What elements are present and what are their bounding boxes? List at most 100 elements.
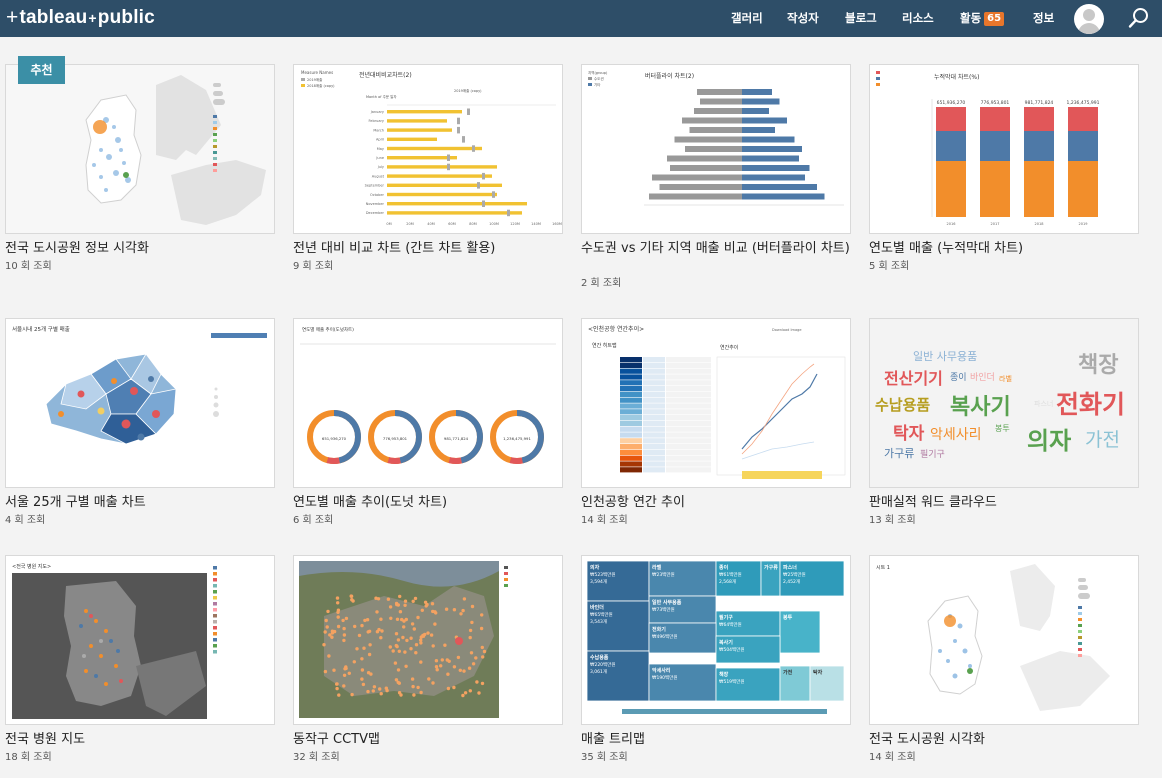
word-cloud-word: 수납용품 bbox=[875, 396, 931, 414]
butterfly-bar-right bbox=[742, 89, 772, 95]
heatmap-cell bbox=[666, 438, 711, 444]
heatmap-cell bbox=[643, 467, 665, 473]
cctv-point bbox=[376, 597, 381, 601]
cctv-point bbox=[409, 636, 413, 640]
viz-thumbnail[interactable] bbox=[5, 64, 275, 234]
butterfly-bar-left bbox=[667, 155, 742, 162]
gantt-bar bbox=[387, 202, 527, 206]
viz-title[interactable]: 매출 트리맵 bbox=[581, 731, 881, 748]
viz-title[interactable]: 수도권 vs 기타 지역 매출 비교 (버터플라이 차트) bbox=[581, 240, 881, 257]
cctv-point bbox=[342, 638, 346, 643]
cctv-point bbox=[371, 689, 375, 693]
viz-title[interactable]: 판매실적 워드 클라우드 bbox=[869, 494, 1162, 511]
heatmap-cell bbox=[620, 380, 642, 386]
viz-title[interactable]: 전국 도시공원 시각화 bbox=[869, 731, 1162, 748]
cctv-point bbox=[470, 620, 474, 625]
treemap-tile-name: 의자 bbox=[590, 564, 600, 571]
stacked-seg-orange bbox=[936, 161, 966, 217]
viz-thumbnail[interactable]: 누적막대 차트(%) 651,936,270 2016 776,953,801 201… bbox=[869, 64, 1139, 234]
cctv-point bbox=[414, 651, 418, 655]
cctv-point bbox=[433, 622, 437, 626]
viz-title[interactable]: 전국 병원 지도 bbox=[5, 731, 305, 748]
treemap-tile-name: 악세사리 bbox=[652, 667, 671, 674]
seoul-map-title: 서울시내 25개 구별 매출 bbox=[12, 325, 70, 333]
cctv-point bbox=[411, 684, 415, 689]
viz-title[interactable]: 인천공항 연간 추이 bbox=[581, 494, 881, 511]
viz-thumbnail[interactable]: 시트 1 bbox=[869, 555, 1139, 725]
tableau-public-logo[interactable]: + tableau + public bbox=[6, 6, 155, 29]
top-navigation-bar: + tableau + public 갤러리 작성자 블로그 리소스 활동 65 … bbox=[0, 0, 1162, 37]
gantt-marker bbox=[457, 117, 460, 125]
viz-thumbnail[interactable]: <전국 병원 지도> bbox=[5, 555, 275, 725]
nav-blog[interactable]: 블로그 bbox=[845, 10, 877, 26]
cctv-point bbox=[336, 615, 340, 619]
treemap-tile-count: 3,594개 bbox=[590, 578, 607, 585]
cctv-point bbox=[429, 633, 434, 637]
treemap-tile-value: ₩523백만원 bbox=[590, 571, 615, 578]
nav-about[interactable]: 정보 bbox=[1033, 10, 1054, 26]
viz-thumbnail[interactable]: Measure Names 2019매출 2018매출 (copy) 전년대비비… bbox=[293, 64, 563, 234]
heatmap-cell bbox=[643, 449, 665, 455]
nav-resources[interactable]: 리소스 bbox=[902, 10, 934, 26]
viz-thumbnail[interactable]: 지역(group) 수도권 기타 버터플라이 차트(2) bbox=[581, 64, 851, 234]
viz-title[interactable]: 연도별 매출 추이(도넛 차트) bbox=[293, 494, 593, 511]
cctv-point bbox=[430, 602, 435, 606]
treemap-tile-value: ₩25백만원 bbox=[783, 571, 806, 578]
donut-total-label: 981,771,824 bbox=[444, 436, 469, 441]
word-cloud-word: 의자 bbox=[1027, 427, 1072, 455]
viz-thumbnail[interactable]: 서울시내 25개 구별 매출 bbox=[5, 318, 275, 488]
cctv-point bbox=[335, 682, 339, 686]
gantt-month-label: February bbox=[368, 119, 384, 123]
logo-word-public: public bbox=[97, 7, 155, 28]
viz-thumbnail[interactable]: 연도별 매출 추이(도넛차트) 651,936,270 776,953,801 98… bbox=[293, 318, 563, 488]
nav-activity[interactable]: 활동 65 bbox=[960, 10, 1005, 26]
cctv-point bbox=[322, 643, 326, 647]
gantt-bar bbox=[387, 146, 482, 151]
cctv-point bbox=[341, 618, 345, 623]
cctv-point bbox=[470, 604, 475, 609]
cctv-point bbox=[419, 690, 423, 695]
stacked-title: 누적막대 차트(%) bbox=[934, 73, 979, 81]
cctv-point bbox=[336, 601, 340, 605]
hospital-legend-swatch bbox=[213, 608, 217, 612]
search-icon[interactable] bbox=[1127, 6, 1151, 30]
heatmap-cell bbox=[643, 455, 665, 461]
cctv-point bbox=[434, 665, 439, 669]
hospital-legend-swatch bbox=[213, 584, 217, 588]
hospital-legend-swatch bbox=[213, 566, 217, 570]
word-cloud-word: 바인더 bbox=[970, 373, 995, 383]
viz-thumbnail[interactable] bbox=[293, 555, 563, 725]
treemap-tile-name: 복사기 bbox=[719, 639, 733, 646]
cctv-point bbox=[389, 616, 393, 620]
gantt-month-label: June bbox=[375, 156, 384, 160]
treemap-tile-name: 탁자 bbox=[813, 669, 823, 676]
gantt-bar bbox=[387, 183, 502, 187]
gantt-bar bbox=[387, 165, 497, 169]
viz-title[interactable]: 전년 대비 비교 차트 (간트 차트 활용) bbox=[293, 240, 593, 257]
treemap-tile-name: 책장 bbox=[719, 671, 729, 678]
gantt-bar bbox=[387, 128, 452, 132]
heatmap-cell bbox=[643, 409, 665, 415]
viz-title[interactable]: 동작구 CCTV맵 bbox=[293, 731, 593, 748]
gantt-marker bbox=[482, 172, 485, 180]
viz-title[interactable]: 전국 도시공원 정보 시각화 bbox=[5, 240, 305, 257]
viz-thumbnail[interactable]: <인천공항 연간추이> Download Image 연간 히트맵 연간추이 bbox=[581, 318, 851, 488]
cctv-point bbox=[360, 623, 364, 628]
viz-views: 35 회 조회 bbox=[581, 752, 628, 763]
viz-thumbnail[interactable]: 일반 사무용품 책장 전산기기 종이 바인더 라벨 수납용품 복사기 파스너 전… bbox=[869, 318, 1139, 488]
user-avatar[interactable] bbox=[1074, 4, 1104, 34]
hospital-legend-swatch bbox=[213, 626, 217, 630]
viz-title[interactable]: 연도별 매출 (누적막대 차트) bbox=[869, 240, 1162, 257]
cctv-point bbox=[332, 668, 336, 672]
viz-title[interactable]: 서울 25개 구별 매출 차트 bbox=[5, 494, 305, 511]
cctv-point bbox=[427, 677, 431, 681]
nav-gallery[interactable]: 갤러리 bbox=[731, 10, 763, 26]
cctv-point bbox=[355, 647, 359, 651]
nav-authors[interactable]: 작성자 bbox=[787, 10, 819, 26]
cctv-point bbox=[471, 662, 476, 666]
korea-park-map-2: 시트 1 bbox=[870, 556, 1138, 724]
cctv-point bbox=[446, 672, 450, 676]
viz-thumbnail[interactable]: 의자 ₩523백만원 3,594개 라벨 ₩23백만원 종이 ₩61백만원 2,568개 가구류… bbox=[581, 555, 851, 725]
hospital-legend-swatch bbox=[213, 632, 217, 636]
cctv-point bbox=[444, 607, 449, 611]
